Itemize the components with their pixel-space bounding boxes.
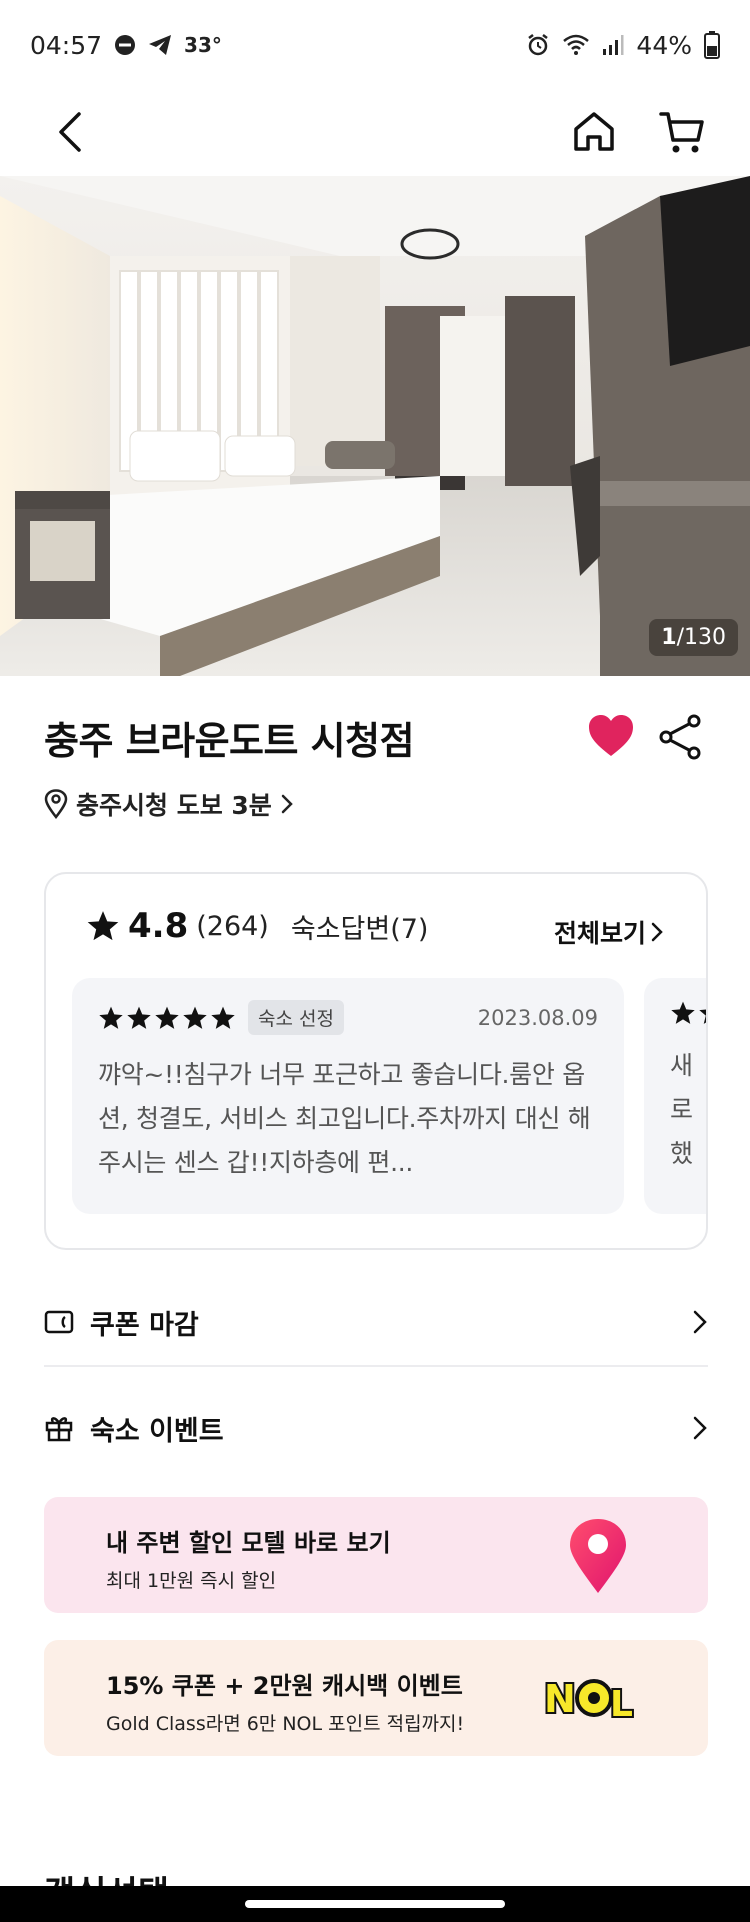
share-icon <box>659 714 701 760</box>
star-icon <box>87 911 119 941</box>
photo-counter: 1/130 <box>649 619 738 656</box>
photo-total: /130 <box>676 625 726 650</box>
review-text: 꺄악~!!침구가 너무 포근하고 좋습니다.룸안 옵션, 청결도, 서비스 최고… <box>98 1060 591 1177</box>
review-date: 2023.08.09 <box>477 1005 598 1030</box>
see-all-reviews-button[interactable]: 전체보기 <box>554 914 664 950</box>
review-count: (264) <box>196 910 269 942</box>
nol-logo: N L <box>542 1675 635 1727</box>
chevron-left-icon <box>59 112 81 152</box>
system-gesture-bar <box>0 1886 750 1922</box>
heart-icon <box>589 715 633 756</box>
map-pin-icon <box>570 1519 626 1593</box>
nol-cashback-banner[interactable]: 15% 쿠폰 + 2만원 캐시백 이벤트 Gold Class라면 6만 NOL… <box>44 1640 708 1756</box>
cart-icon <box>659 112 704 153</box>
review-summary-card: 4.8 (264) 숙소답변(7) 전체보기 숙소 선정 2023.08.09 … <box>44 872 708 1250</box>
wifi-icon <box>562 33 590 57</box>
banner-title: 내 주변 할인 모텔 바로 보기 <box>106 1529 391 1557</box>
chevron-right-icon <box>651 922 663 942</box>
share-button[interactable] <box>656 712 706 762</box>
hotel-event-row[interactable]: 숙소 이벤트 <box>44 1376 708 1480</box>
star-icon <box>127 1006 151 1029</box>
coupon-icon <box>44 1310 74 1334</box>
back-button[interactable] <box>38 100 102 164</box>
review-stars <box>670 1000 706 1026</box>
telegram-icon <box>148 34 172 56</box>
map-pin-icon <box>44 789 68 819</box>
home-icon <box>574 112 614 151</box>
top-navigation <box>0 90 750 176</box>
coupon-label: 쿠폰 마감 <box>90 1309 199 1341</box>
star-icon <box>211 1006 235 1029</box>
do-not-disturb-icon <box>114 34 136 56</box>
nearby-discount-banner[interactable]: 내 주변 할인 모텔 바로 보기 최대 1만원 즉시 할인 <box>44 1497 708 1613</box>
home-button[interactable] <box>562 100 626 164</box>
chevron-right-icon <box>281 794 293 814</box>
battery-icon <box>704 31 720 59</box>
home-gesture-handle[interactable] <box>245 1900 505 1908</box>
signal-icon <box>602 34 624 56</box>
gift-icon <box>45 1417 73 1442</box>
alarm-icon <box>526 33 550 57</box>
status-bar: 04:57 33° 44% <box>0 0 750 90</box>
divider <box>44 1365 708 1367</box>
photo-index: 1 <box>661 625 677 650</box>
review-stars <box>98 1005 236 1031</box>
hero-photo-carousel[interactable]: 1/130 <box>0 176 750 676</box>
hotel-room-photo <box>0 176 750 676</box>
svg-text:L: L <box>610 1684 633 1725</box>
hotel-name: 충주 브라운도트 시청점 <box>44 719 415 763</box>
star-icon <box>183 1006 207 1029</box>
status-battery: 44% <box>636 30 692 60</box>
star-icon <box>99 1006 123 1029</box>
review-header: 4.8 (264) 숙소답변(7) <box>86 906 428 946</box>
coupon-deadline-row[interactable]: 쿠폰 마감 <box>44 1270 708 1374</box>
review-text: 새로 했습 더머 <box>670 1051 693 1168</box>
location-text: 충주시청 도보 3분 <box>76 791 272 820</box>
see-all-label: 전체보기 <box>553 919 646 948</box>
chevron-right-icon <box>693 1416 707 1440</box>
svg-text:N: N <box>544 1677 576 1721</box>
status-temperature: 33° <box>184 33 222 57</box>
location-link[interactable]: 충주시청 도보 3분 <box>44 786 294 822</box>
star-icon <box>671 1001 695 1024</box>
host-reply-count: 숙소답변(7) <box>290 913 429 945</box>
star-icon <box>699 1009 706 1024</box>
host-pick-badge: 숙소 선정 <box>248 1000 344 1035</box>
rating-value: 4.8 <box>128 906 189 946</box>
event-label: 숙소 이벤트 <box>90 1415 224 1447</box>
banner-subtitle: 최대 1만원 즉시 할인 <box>106 1570 277 1592</box>
review-card[interactable]: 새로 했습 더머 <box>644 978 706 1214</box>
review-card[interactable]: 숙소 선정 2023.08.09 꺄악~!!침구가 너무 포근하고 좋습니다.룸… <box>72 978 624 1214</box>
favorite-button[interactable] <box>586 712 636 762</box>
status-time: 04:57 <box>30 30 103 60</box>
cart-button[interactable] <box>650 100 714 164</box>
chevron-right-icon <box>693 1310 707 1334</box>
star-icon <box>155 1006 179 1029</box>
